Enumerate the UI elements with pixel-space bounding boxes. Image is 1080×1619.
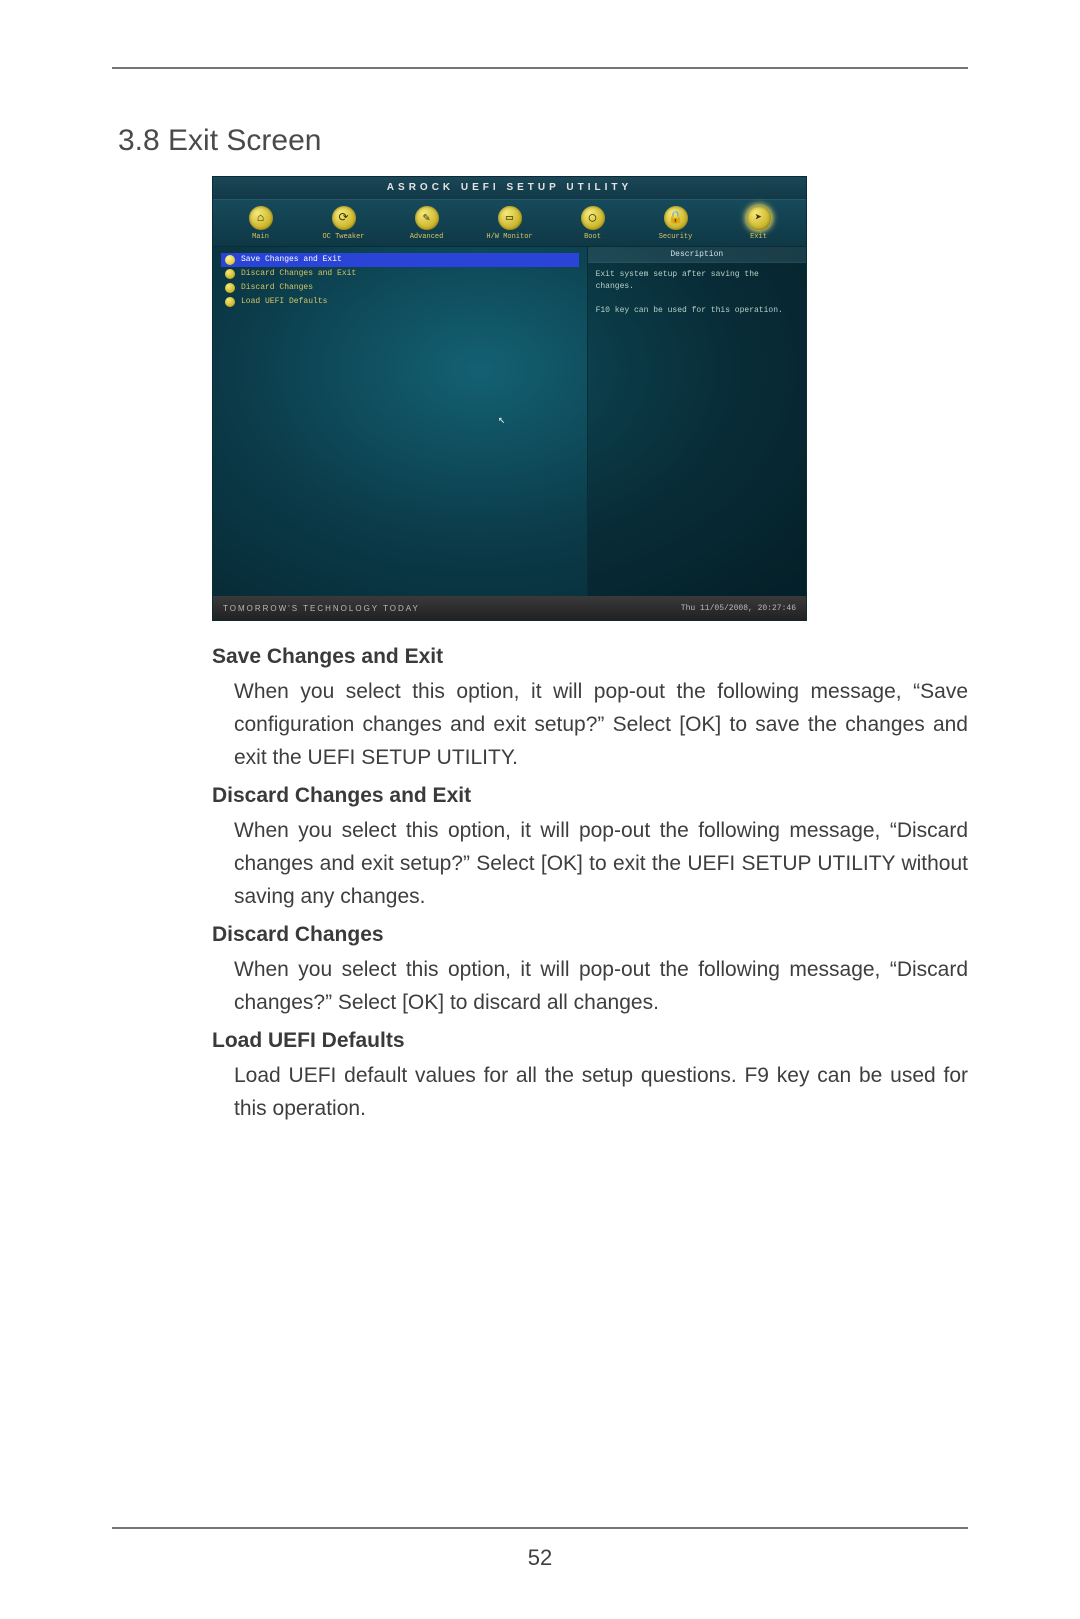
menu-item-save-exit[interactable]: Save Changes and Exit <box>221 253 579 267</box>
para: When you select this option, it will pop… <box>234 675 968 774</box>
uefi-description-panel: Description Exit system setup after savi… <box>587 247 806 596</box>
section-heading: 3.8 Exit Screen <box>118 124 968 158</box>
uefi-footer: TOMORROW'S TECHNOLOGY TODAY Thu 11/05/20… <box>213 596 806 620</box>
rule-bottom <box>112 1527 968 1529</box>
uefi-body: Save Changes and Exit Discard Changes an… <box>213 247 806 596</box>
menu-item-label: Load UEFI Defaults <box>241 295 327 309</box>
menu-item-discard-exit[interactable]: Discard Changes and Exit <box>221 267 579 281</box>
menu-item-discard[interactable]: Discard Changes <box>221 281 579 295</box>
tab-hw-monitor[interactable]: ▭ H/W Monitor <box>468 204 551 246</box>
uefi-tab-bar: ⌂ Main ⟳ OC Tweaker ✎ Advanced ▭ H/W Mon… <box>213 199 806 247</box>
description-line: F10 key can be used for this operation. <box>596 305 798 317</box>
exit-icon: ➤ <box>747 206 771 230</box>
advanced-icon: ✎ <box>415 206 439 230</box>
page: 3.8 Exit Screen ASROCK UEFI SETUP UTILIT… <box>0 0 1080 1619</box>
term-discard-changes: Discard Changes <box>212 923 968 947</box>
tab-label: Boot <box>584 233 601 241</box>
description-line: Exit system setup after saving the chang… <box>596 269 798 293</box>
menu-item-label: Discard Changes and Exit <box>241 267 356 281</box>
bullet-icon <box>225 283 235 293</box>
tab-advanced[interactable]: ✎ Advanced <box>385 204 468 246</box>
tab-oc-tweaker[interactable]: ⟳ OC Tweaker <box>302 204 385 246</box>
term-discard-changes-exit: Discard Changes and Exit <box>212 784 968 808</box>
tab-label: Security <box>659 233 693 241</box>
menu-item-label: Save Changes and Exit <box>241 253 342 267</box>
uefi-menu: Save Changes and Exit Discard Changes an… <box>213 247 587 596</box>
tab-security[interactable]: 🔒 Security <box>634 204 717 246</box>
para: When you select this option, it will pop… <box>234 814 968 913</box>
tab-label: OC Tweaker <box>322 233 364 241</box>
home-icon: ⌂ <box>249 206 273 230</box>
term-load-uefi-defaults: Load UEFI Defaults <box>212 1029 968 1053</box>
para: When you select this option, it will pop… <box>234 953 968 1019</box>
definitions: Save Changes and Exit When you select th… <box>212 645 968 1125</box>
term-save-changes-exit: Save Changes and Exit <box>212 645 968 669</box>
menu-item-load-defaults[interactable]: Load UEFI Defaults <box>221 295 579 309</box>
tab-exit[interactable]: ➤ Exit <box>717 204 800 246</box>
para: Load UEFI default values for all the set… <box>234 1059 968 1125</box>
menu-item-label: Discard Changes <box>241 281 313 295</box>
tab-boot[interactable]: ◯ Boot <box>551 204 634 246</box>
tab-label: Exit <box>750 233 767 241</box>
footer-slogan: TOMORROW'S TECHNOLOGY TODAY <box>223 604 420 613</box>
boot-icon: ◯ <box>581 206 605 230</box>
lock-icon: 🔒 <box>664 206 688 230</box>
tab-label: Advanced <box>410 233 444 241</box>
tab-label: H/W Monitor <box>486 233 532 241</box>
rule-top <box>112 67 968 69</box>
uefi-screenshot: ASROCK UEFI SETUP UTILITY ⌂ Main ⟳ OC Tw… <box>212 176 807 621</box>
bullet-icon <box>225 269 235 279</box>
description-header: Description <box>588 247 806 263</box>
bullet-icon <box>225 255 235 265</box>
tab-main[interactable]: ⌂ Main <box>219 204 302 246</box>
bullet-icon <box>225 297 235 307</box>
page-number: 52 <box>0 1545 1080 1571</box>
footer-timestamp: Thu 11/05/2008, 20:27:46 <box>681 604 796 613</box>
uefi-title-bar: ASROCK UEFI SETUP UTILITY <box>213 177 806 199</box>
description-body: Exit system setup after saving the chang… <box>588 263 806 335</box>
monitor-icon: ▭ <box>498 206 522 230</box>
tab-label: Main <box>252 233 269 241</box>
tweaker-icon: ⟳ <box>332 206 356 230</box>
